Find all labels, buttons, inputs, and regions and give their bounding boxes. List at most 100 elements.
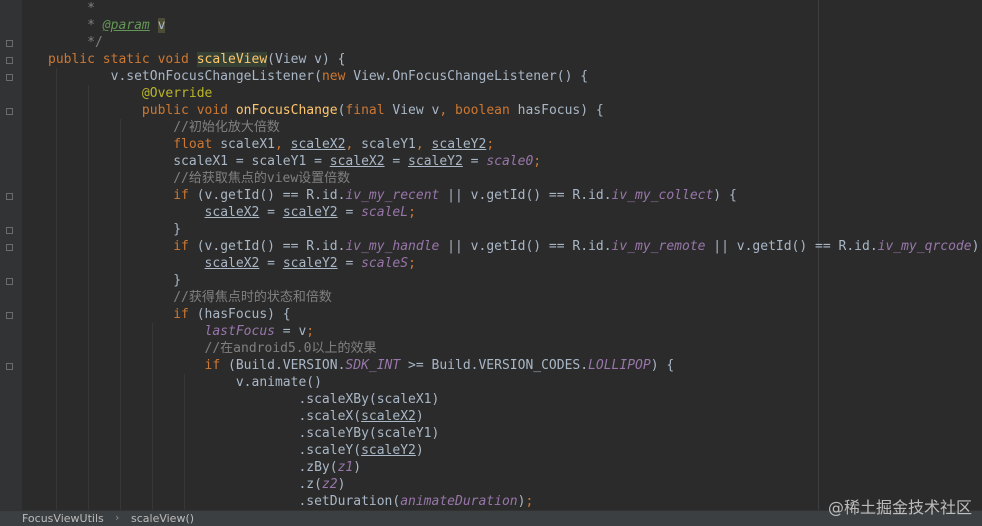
code-token: scaleY2: [361, 443, 416, 458]
code-token: scaleView: [196, 52, 268, 67]
code-line[interactable]: .z(z2): [48, 476, 982, 493]
code-line[interactable]: .scaleX(scaleX2): [48, 408, 982, 425]
code-token: =: [384, 154, 409, 169]
code-lines[interactable]: * * @param v */public static void scaleV…: [48, 0, 982, 510]
code-line[interactable]: @Override: [48, 85, 982, 102]
code-line[interactable]: .zBy(z1): [48, 459, 982, 476]
code-line[interactable]: //在android5.0以上的效果: [48, 340, 982, 357]
fold-marker-icon[interactable]: [6, 312, 13, 319]
code-line[interactable]: v.setOnFocusChangeListener(new View.OnFo…: [48, 68, 982, 85]
code-line[interactable]: if (v.getId() == R.id.iv_my_recent || v.…: [48, 187, 982, 204]
code-token: @Override: [48, 86, 213, 101]
code-line[interactable]: lastFocus = v;: [48, 323, 982, 340]
code-token: ;: [306, 324, 315, 339]
code-token: }: [48, 273, 182, 288]
editor-gutter[interactable]: [0, 0, 22, 510]
code-token: =: [337, 205, 362, 220]
code-line[interactable]: */: [48, 34, 982, 51]
code-line[interactable]: if (Build.VERSION.SDK_INT >= Build.VERSI…: [48, 357, 982, 374]
code-token: iv_my_collect: [611, 188, 714, 203]
fold-marker-icon[interactable]: [6, 363, 13, 370]
code-token: animateDuration: [400, 494, 518, 509]
code-token: scaleL: [361, 205, 409, 220]
fold-marker-icon[interactable]: [6, 193, 13, 200]
fold-marker-icon[interactable]: [6, 108, 13, 115]
code-line[interactable]: }: [48, 221, 982, 238]
code-token: =: [259, 205, 283, 220]
code-token: scaleX1: [220, 137, 275, 152]
code-token: || v.getId() == R.id.: [439, 239, 612, 254]
code-token: z1: [337, 460, 354, 475]
fold-marker-icon[interactable]: [6, 74, 13, 81]
code-token: .zBy(: [48, 460, 338, 475]
code-token: (v.getId() == R.id.: [196, 239, 346, 254]
code-line[interactable]: float scaleX1, scaleX2, scaleY1, scaleY2…: [48, 136, 982, 153]
code-token: ;: [525, 494, 534, 509]
code-line[interactable]: v.animate(): [48, 374, 982, 391]
code-token: if: [48, 307, 197, 322]
code-token: scaleY2: [408, 154, 463, 169]
code-token: v.animate(): [48, 375, 322, 390]
fold-marker-icon[interactable]: [6, 40, 13, 47]
code-token: scaleX2: [204, 256, 260, 271]
fold-marker-icon[interactable]: [6, 278, 13, 285]
code-token: float: [48, 137, 221, 152]
code-token: ) {: [971, 239, 980, 254]
code-token: ,: [415, 137, 432, 152]
code-line[interactable]: *: [48, 0, 982, 17]
code-line[interactable]: scaleX1 = scaleY1 = scaleX2 = scaleY2 = …: [48, 153, 982, 170]
code-line[interactable]: scaleX2 = scaleY2 = scaleS;: [48, 255, 982, 272]
code-line[interactable]: public static void scaleView(View v) {: [48, 51, 982, 68]
code-token: .scaleXBy(scaleX1): [48, 392, 440, 407]
code-token: scaleY2: [282, 256, 338, 271]
code-line[interactable]: if (v.getId() == R.id.iv_my_handle || v.…: [48, 238, 982, 255]
code-line[interactable]: }: [48, 272, 982, 289]
breadcrumb-file[interactable]: FocusViewUtils: [22, 512, 104, 525]
code-line[interactable]: //获得焦点时的状态和倍数: [48, 289, 982, 306]
code-token: ) {: [650, 358, 675, 373]
code-line[interactable]: .scaleXBy(scaleX1): [48, 391, 982, 408]
code-token: final: [345, 103, 393, 118]
watermark: @稀土掘金技术社区: [827, 498, 972, 517]
code-line[interactable]: .scaleYBy(scaleY1): [48, 425, 982, 442]
code-token: LOLLIPOP: [588, 358, 651, 373]
code-token: || v.getId() == R.id.: [439, 188, 612, 203]
code-token: *: [48, 18, 103, 33]
code-editor[interactable]: * * @param v */public static void scaleV…: [0, 0, 982, 510]
code-token: scaleY2: [431, 137, 487, 152]
code-token: ): [337, 477, 346, 492]
fold-marker-icon[interactable]: [6, 227, 13, 234]
code-token: *: [48, 1, 95, 16]
code-token: .scaleYBy(scaleY1): [48, 426, 440, 441]
code-token: ;: [533, 154, 542, 169]
code-token: ;: [408, 256, 416, 271]
code-token: lastFocus: [48, 324, 275, 339]
fold-marker-icon[interactable]: [6, 244, 13, 251]
code-token: iv_my_remote: [611, 239, 706, 254]
code-token: scaleX2: [290, 137, 346, 152]
breadcrumb-method[interactable]: scaleView(): [131, 512, 194, 525]
breadcrumb-separator-icon: ›: [115, 511, 120, 524]
code-line[interactable]: if (hasFocus) {: [48, 306, 982, 323]
code-line[interactable]: scaleX2 = scaleY2 = scaleL;: [48, 204, 982, 221]
code-token: SDK_INT: [345, 358, 401, 373]
code-line[interactable]: //初始化放大倍数: [48, 119, 982, 136]
code-token: .z(: [48, 477, 322, 492]
code-token: scaleX2: [204, 205, 260, 220]
code-token: iv_my_handle: [345, 239, 440, 254]
code-token: (View v) {: [267, 52, 346, 67]
code-line[interactable]: //给获取焦点的view设置倍数: [48, 170, 982, 187]
code-line[interactable]: .scaleY(scaleY2): [48, 442, 982, 459]
code-token: = v: [274, 324, 307, 339]
code-line[interactable]: * @param v: [48, 17, 982, 34]
code-line[interactable]: public void onFocusChange(final View v, …: [48, 102, 982, 119]
code-token: public static void: [48, 52, 197, 67]
code-token: if: [48, 239, 197, 254]
fold-marker-icon[interactable]: [6, 57, 13, 64]
code-token: ;: [408, 205, 416, 220]
code-token: */: [48, 35, 103, 50]
code-token: }: [48, 222, 182, 237]
code-token: //初始化放大倍数: [48, 120, 280, 135]
